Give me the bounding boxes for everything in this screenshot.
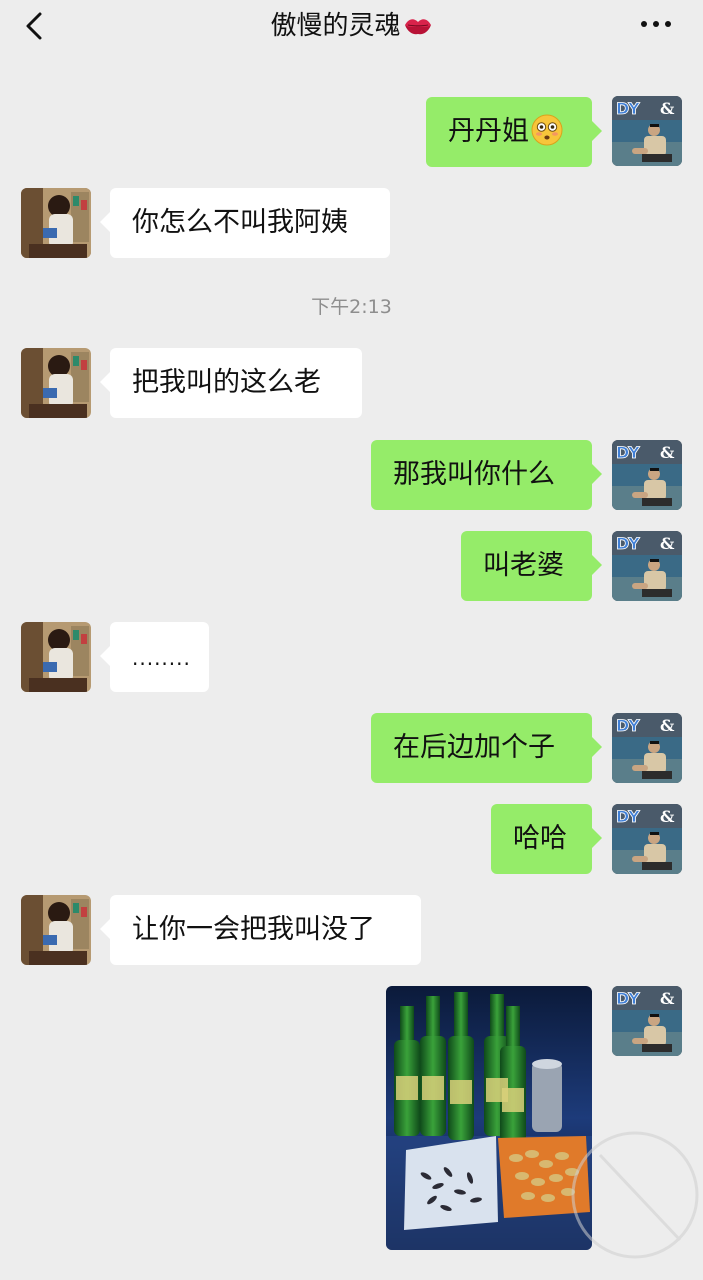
- self-avatar[interactable]: DY &: [612, 440, 682, 510]
- svg-text:&: &: [660, 534, 675, 553]
- chat-title-text: 傲慢的灵魂: [270, 11, 401, 41]
- contact-avatar[interactable]: [21, 348, 91, 418]
- self-avatar[interactable]: DY &: [612, 96, 682, 166]
- message-bubble-outgoing[interactable]: 哈哈: [491, 804, 602, 874]
- lips-icon: [403, 10, 433, 35]
- message-text: 哈哈: [513, 823, 567, 854]
- message-text: 让你一会把我叫没了: [132, 914, 375, 945]
- message-bubble-incoming[interactable]: 你怎么不叫我阿姨: [100, 188, 390, 258]
- message-bubble-outgoing[interactable]: 在后边加个子: [371, 713, 602, 783]
- message-text: 在后边加个子: [393, 732, 555, 763]
- svg-text:&: &: [660, 989, 675, 1008]
- svg-text:DY: DY: [616, 534, 640, 553]
- message-bubble-incoming[interactable]: 让你一会把我叫没了: [100, 895, 421, 965]
- message-bubble-incoming[interactable]: 把我叫的这么老: [100, 348, 362, 418]
- message-bubble-outgoing[interactable]: 丹丹姐: [426, 97, 602, 167]
- svg-text:&: &: [660, 716, 675, 735]
- self-avatar[interactable]: DY &: [612, 531, 682, 601]
- svg-text:DY: DY: [616, 989, 640, 1008]
- watermark-logo-icon: [560, 1120, 703, 1270]
- contact-avatar[interactable]: [21, 895, 91, 965]
- message-text: ........: [132, 646, 191, 670]
- chat-header: 傲慢的灵魂: [0, 0, 703, 56]
- message-text: 那我叫你什么: [393, 459, 555, 490]
- chat-screen: 傲慢的灵魂 丹丹姐 DY & 你怎么不叫我阿姨 下午2:13 把我叫的这么老 那…: [0, 0, 703, 1280]
- self-avatar[interactable]: DY &: [612, 804, 682, 874]
- svg-text:&: &: [660, 99, 675, 118]
- message-text: 丹丹姐: [448, 116, 529, 147]
- svg-text:DY: DY: [616, 99, 640, 118]
- more-options-icon[interactable]: [639, 16, 673, 30]
- message-bubble-incoming[interactable]: ........: [100, 622, 209, 692]
- svg-text:DY: DY: [616, 443, 640, 462]
- svg-text:DY: DY: [616, 716, 640, 735]
- svg-text:DY: DY: [616, 807, 640, 826]
- self-avatar[interactable]: DY &: [612, 713, 682, 783]
- svg-text:&: &: [660, 807, 675, 826]
- self-avatar[interactable]: DY &: [612, 986, 682, 1056]
- contact-avatar[interactable]: [21, 188, 91, 258]
- message-bubble-outgoing[interactable]: 那我叫你什么: [371, 440, 602, 510]
- message-text: 把我叫的这么老: [132, 367, 321, 398]
- message-bubble-outgoing[interactable]: 叫老婆: [461, 531, 602, 601]
- flushed-face-emoji-icon: [531, 103, 563, 146]
- message-text: 叫老婆: [483, 550, 564, 581]
- chat-title: 傲慢的灵魂: [0, 8, 703, 44]
- svg-text:&: &: [660, 443, 675, 462]
- message-timestamp: 下午2:13: [311, 296, 392, 318]
- contact-avatar[interactable]: [21, 622, 91, 692]
- message-text: 你怎么不叫我阿姨: [132, 207, 348, 238]
